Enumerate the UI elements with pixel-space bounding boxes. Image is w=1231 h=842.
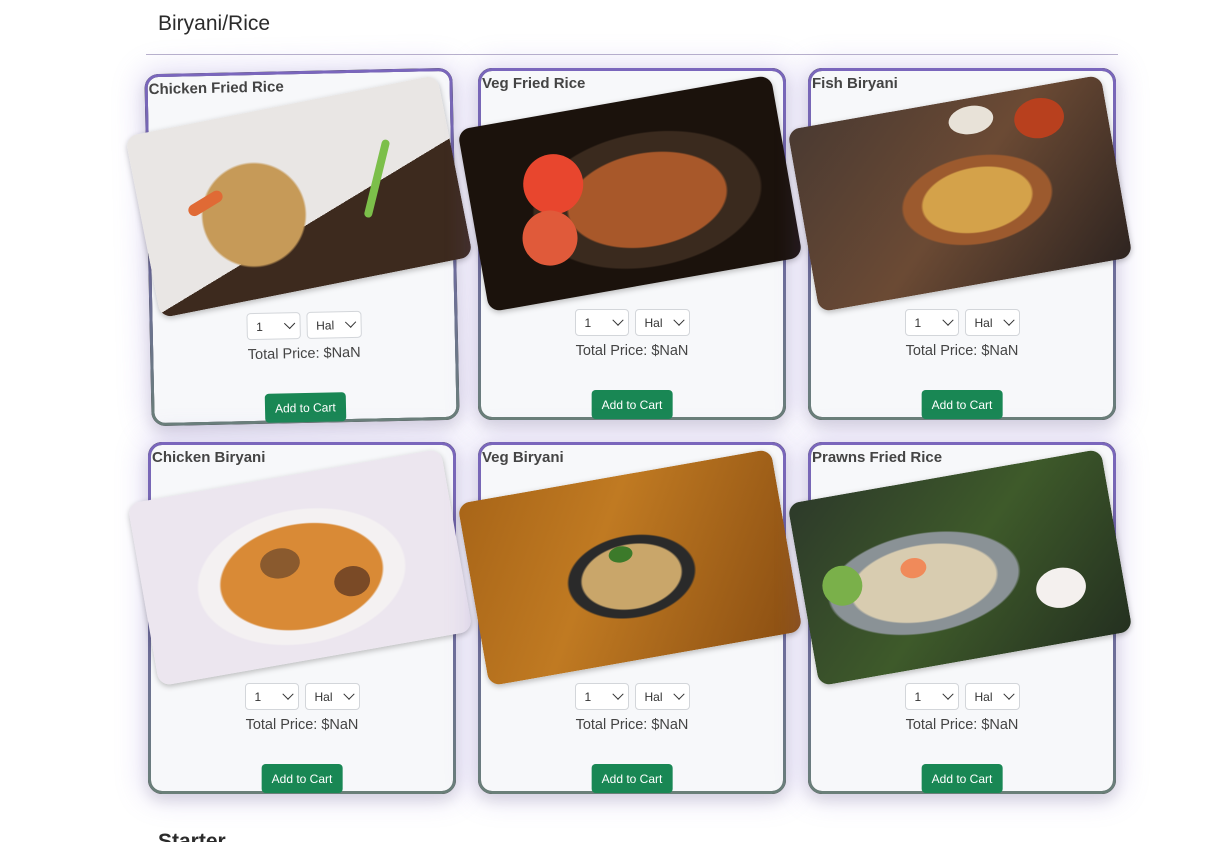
add-to-cart-button[interactable]: Add to Cart [591, 390, 673, 419]
menu-card: Veg Fried Rice 1 Hal Total Price: $NaN A… [457, 68, 803, 420]
section-divider [146, 54, 1118, 55]
chevron-down-icon [283, 317, 295, 329]
menu-card: Chicken Fried Rice 1 Hal Total Price: $N… [125, 67, 473, 427]
item-options: 1 Hal [152, 309, 454, 342]
add-to-cart-button[interactable]: Add to Cart [261, 764, 343, 793]
card-title: Veg Biryani [482, 449, 564, 466]
food-image [457, 74, 803, 313]
size-select[interactable]: Hal [634, 309, 690, 336]
food-image [787, 448, 1133, 687]
add-to-cart-button[interactable]: Add to Cart [921, 390, 1003, 419]
size-select[interactable]: Hal [964, 683, 1020, 710]
item-options: 1 Hal [481, 309, 783, 336]
size-select[interactable]: Hal [964, 309, 1020, 336]
food-image [787, 74, 1133, 313]
item-options: 1 Hal [811, 309, 1113, 336]
size-select[interactable]: Hal [304, 683, 360, 710]
card-title: Fish Biryani [812, 75, 898, 92]
chevron-down-icon [611, 314, 624, 326]
card-title: Chicken Fried Rice [148, 78, 284, 99]
total-price: Total Price: $NaN [575, 717, 689, 733]
total-price: Total Price: $NaN [905, 717, 1019, 733]
card-title: Veg Fried Rice [482, 75, 586, 92]
chevron-down-icon [1002, 314, 1015, 326]
quantity-select[interactable]: 1 [574, 309, 629, 336]
chevron-down-icon [611, 688, 624, 700]
quantity-select[interactable]: 1 [245, 312, 301, 341]
total-price: Total Price: $NaN [245, 717, 359, 733]
add-to-cart-button[interactable]: Add to Cart [921, 764, 1003, 793]
item-options: 1 Hal [811, 683, 1113, 710]
chevron-down-icon [941, 314, 954, 326]
menu-card: Veg Biryani 1 Hal Total Price: $NaN Add … [457, 442, 803, 794]
chevron-down-icon [281, 688, 294, 700]
food-image [127, 448, 473, 687]
menu-card: Chicken Biryani 1 Hal Total Price: $NaN … [127, 442, 473, 794]
add-to-cart-button[interactable]: Add to Cart [591, 764, 673, 793]
chevron-down-icon [672, 314, 685, 326]
total-price: Total Price: $NaN [575, 343, 689, 359]
chevron-down-icon [342, 688, 355, 700]
size-select[interactable]: Hal [305, 310, 362, 339]
quantity-select[interactable]: 1 [904, 683, 959, 710]
card-title: Prawns Fried Rice [812, 449, 943, 466]
chevron-down-icon [344, 316, 356, 328]
total-price: Total Price: $NaN [905, 343, 1019, 359]
menu-page: Biryani/Rice Chicken Fried Rice 1 Hal To… [0, 0, 1231, 842]
menu-card: Prawns Fried Rice 1 Hal Total Price: $Na… [787, 442, 1133, 794]
item-options: 1 Hal [151, 683, 453, 710]
quantity-select[interactable]: 1 [574, 683, 629, 710]
card-title: Chicken Biryani [152, 449, 266, 466]
chevron-down-icon [941, 688, 954, 700]
chevron-down-icon [672, 688, 685, 700]
food-image [125, 74, 473, 319]
total-price: Total Price: $NaN [247, 344, 361, 364]
quantity-select[interactable]: 1 [904, 309, 959, 336]
food-image [457, 448, 803, 687]
quantity-select[interactable]: 1 [244, 683, 299, 710]
add-to-cart-button[interactable]: Add to Cart [264, 392, 347, 423]
next-section-title: Starter [158, 830, 226, 842]
menu-card: Fish Biryani 1 Hal Total Price: $NaN Add… [787, 68, 1133, 420]
chevron-down-icon [1002, 688, 1015, 700]
size-select[interactable]: Hal [634, 683, 690, 710]
item-options: 1 Hal [481, 683, 783, 710]
section-title: Biryani/Rice [158, 12, 271, 35]
